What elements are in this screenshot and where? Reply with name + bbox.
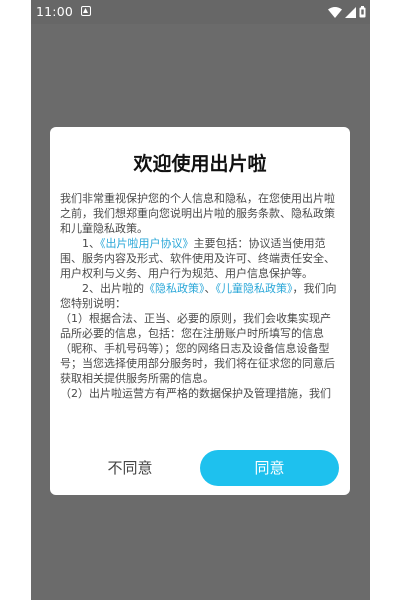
item2-prefix: 2、出片啦的 [82,282,144,295]
scroll-fade [60,425,340,435]
agreement-item-1: 1、《出片啦用户协议》主要包括：协议适当使用范围、服务内容及形式、软件使用及许可… [60,236,340,281]
agreement-item-2: 2、出片啦的《隐私政策》、《儿童隐私政策》，我们向您特别说明： [60,281,340,311]
status-icons [328,6,366,18]
notification-icon [81,6,91,16]
sub-item-2: （2）出片啦运营方有严格的数据保护及管理措施，我们 [60,387,331,400]
user-agreement-link[interactable]: 《出片啦用户协议》 [100,237,194,250]
dialog-title: 欢迎使用出片啦 [133,153,267,175]
status-bar: 11:00 [31,0,370,24]
status-time: 11:00 [36,4,74,19]
privacy-dialog: 欢迎使用出片啦 我们非常重视保护您的个人信息和隐私，在您使用出片啦之前，我们想郑… [50,127,350,495]
disagree-button[interactable]: 不同意 [70,450,190,486]
intro-text: 我们非常重视保护您的个人信息和隐私，在您使用出片啦之前，我们想郑重向您说明出片啦… [60,192,335,235]
child-privacy-policy-link[interactable]: 《儿童隐私政策》 [216,282,293,295]
agree-button[interactable]: 同意 [200,450,339,486]
wifi-icon [328,6,342,18]
signal-icon [345,6,356,18]
dialog-body[interactable]: 我们非常重视保护您的个人信息和隐私，在您使用出片啦之前，我们想郑重向您说明出片啦… [60,191,340,435]
sub-item-1: （1）根据合法、正当、必要的原则，我们会收集实现产品所必要的信息，包括：您在注册… [60,312,335,385]
item2-separator: 、 [204,282,216,295]
privacy-policy-link[interactable]: 《隐私政策》 [144,282,205,295]
item1-prefix: 1、 [82,237,100,250]
battery-icon [359,6,366,18]
